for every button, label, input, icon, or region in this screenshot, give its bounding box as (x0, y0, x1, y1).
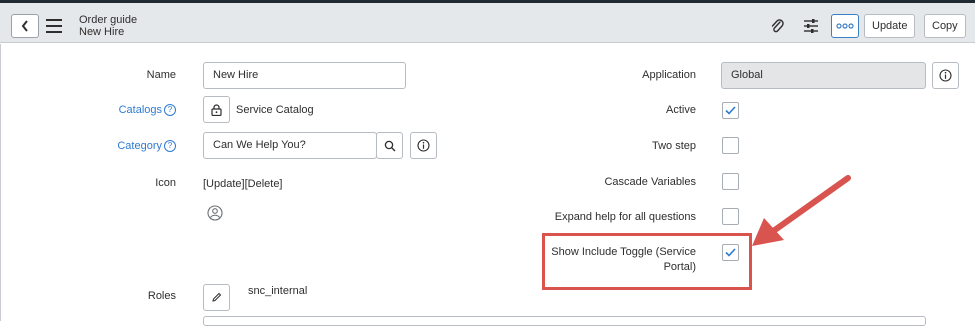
more-dots-icon (836, 23, 854, 29)
back-button[interactable] (11, 14, 39, 38)
roles-list-field[interactable] (203, 316, 926, 326)
category-label[interactable]: Category? (100, 140, 176, 153)
application-input: Global (721, 62, 926, 89)
hamburger-menu-icon[interactable] (46, 19, 62, 33)
paperclip-icon[interactable] (770, 18, 784, 34)
category-input[interactable]: Can We Help You? (203, 132, 377, 159)
category-info-button[interactable] (410, 132, 437, 159)
pencil-icon (212, 292, 222, 302)
active-checkbox[interactable] (722, 102, 739, 119)
category-search-button[interactable] (376, 132, 403, 159)
header-subtitle: New Hire (79, 26, 125, 38)
catalogs-label[interactable]: Catalogs? (100, 104, 176, 117)
expand-help-label: Expand help for all questions (554, 211, 696, 223)
left-divider (0, 44, 1, 321)
catalogs-lock-button[interactable] (203, 96, 230, 123)
annotation-arrow-icon (752, 175, 851, 246)
form-header: Order guide New Hire Update Copy (0, 3, 975, 43)
cascade-variables-label: Cascade Variables (604, 176, 696, 188)
roles-edit-button[interactable] (203, 284, 230, 311)
highlight-box (542, 233, 752, 290)
active-label: Active (666, 104, 696, 116)
more-options-button[interactable] (831, 14, 859, 38)
two-step-checkbox[interactable] (722, 137, 739, 154)
help-icon[interactable]: ? (164, 140, 176, 153)
help-icon[interactable]: ? (164, 104, 176, 117)
copy-button[interactable]: Copy (924, 14, 966, 38)
application-label: Application (642, 69, 696, 81)
category-label-text[interactable]: Category (117, 140, 162, 152)
update-button[interactable]: Update (864, 14, 916, 38)
roles-value: snc_internal (248, 285, 308, 297)
header-title: Order guide (79, 14, 138, 26)
name-input[interactable]: New Hire (203, 62, 406, 89)
info-icon (417, 139, 430, 152)
lock-icon (211, 103, 222, 116)
user-avatar-icon (207, 205, 223, 221)
info-icon (939, 69, 952, 82)
settings-sliders-icon[interactable] (803, 18, 819, 34)
icon-update-delete-links[interactable]: [Update][Delete] (203, 178, 283, 190)
chevron-left-icon (21, 20, 28, 32)
cascade-variables-checkbox[interactable] (722, 173, 739, 190)
checkmark-icon (725, 106, 736, 115)
name-label: Name (146, 69, 176, 81)
two-step-label: Two step (651, 140, 696, 152)
catalogs-value: Service Catalog (236, 104, 314, 116)
catalogs-label-text[interactable]: Catalogs (119, 104, 162, 116)
application-info-button[interactable] (932, 62, 959, 89)
roles-label: Roles (147, 290, 176, 302)
search-icon (384, 140, 395, 151)
expand-help-checkbox[interactable] (722, 208, 739, 225)
icon-label: Icon (155, 177, 176, 189)
header-title-block: Order guide New Hire (79, 14, 137, 38)
